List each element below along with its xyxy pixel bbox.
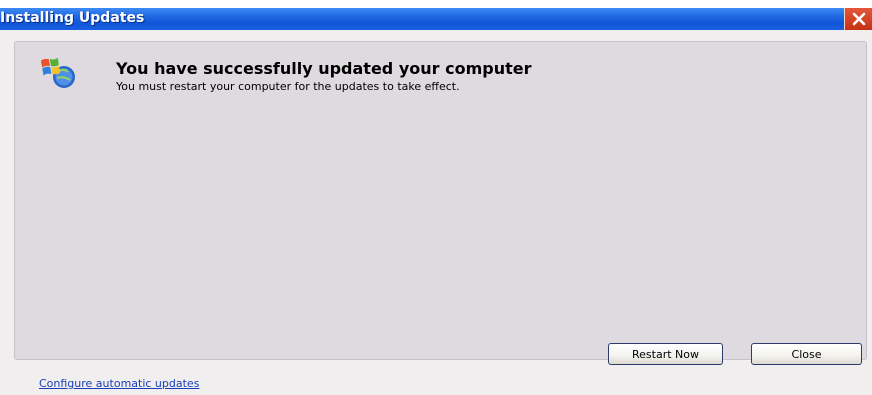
restart-now-button[interactable]: Restart Now <box>608 343 723 365</box>
restart-instruction: You must restart your computer for the u… <box>116 80 460 93</box>
message-panel: You have successfully updated your compu… <box>14 41 867 360</box>
configure-automatic-updates-link[interactable]: Configure automatic updates <box>39 377 199 390</box>
dialog-body: You have successfully updated your compu… <box>0 30 872 395</box>
close-window-button[interactable] <box>844 8 872 30</box>
success-heading: You have successfully updated your compu… <box>116 59 532 78</box>
installing-updates-window: Installing Updates You have successfully… <box>0 0 872 395</box>
close-icon <box>852 12 866 26</box>
window-title: Installing Updates <box>0 10 145 26</box>
close-button[interactable]: Close <box>751 343 862 365</box>
windows-update-icon <box>40 57 75 88</box>
title-bar[interactable]: Installing Updates <box>0 8 872 30</box>
